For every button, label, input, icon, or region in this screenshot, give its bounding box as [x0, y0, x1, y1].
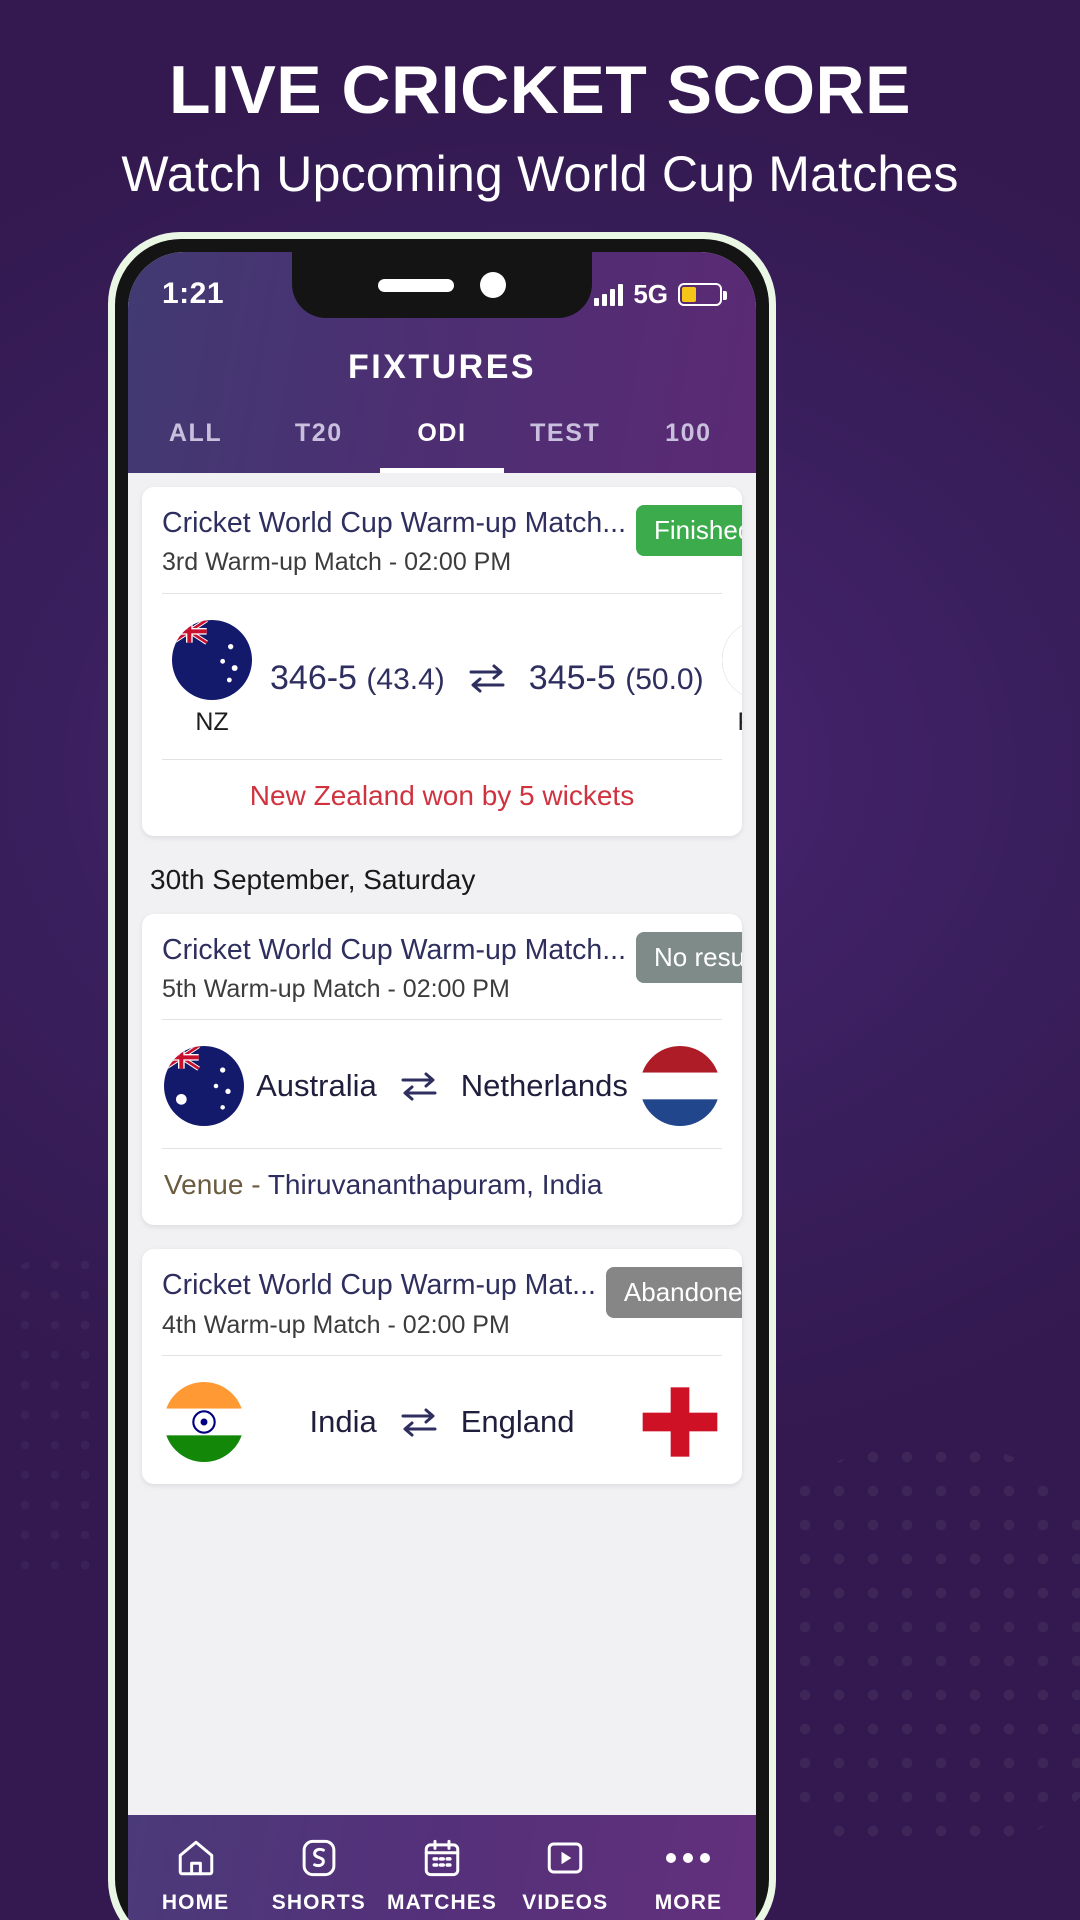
match-subtitle: 3rd Warm-up Match - 02:00 PM — [162, 548, 512, 577]
away-team-name: Netherlands — [460, 1068, 628, 1104]
status-indicators: 5G — [594, 278, 727, 310]
match-card[interactable]: Cricket World Cup Warm-up Mat... 4th War… — [142, 1249, 742, 1485]
phone-body: 1:21 5G FIXTURES ALL T20 ODI TEST 100 Cr… — [115, 239, 769, 1920]
tab-test[interactable]: TEST — [504, 413, 627, 473]
match-subtitle: 4th Warm-up Match - 02:00 PM — [162, 1310, 510, 1339]
teams-center: India England — [254, 1404, 630, 1440]
phone-mockup: 1:21 5G FIXTURES ALL T20 ODI TEST 100 Cr… — [108, 232, 776, 1920]
play-icon — [547, 1842, 583, 1874]
nav-item-more[interactable]: MORE — [627, 1837, 750, 1915]
match-title: Cricket World Cup Warm-up Match... — [162, 507, 627, 539]
australia-flag-icon — [164, 1046, 244, 1127]
network-type-label: 5G — [633, 278, 668, 309]
nav-label-more: MORE — [654, 1891, 723, 1914]
score-center: 346-5 (43.4) 345-5 (50.0) — [270, 659, 704, 698]
front-camera-icon — [480, 272, 506, 298]
match-subtitle: 5th Warm-up Match - 02:00 PM — [162, 975, 510, 1004]
tab-all[interactable]: ALL — [134, 413, 257, 473]
nav-label-shorts: SHORTS — [271, 1891, 366, 1914]
home-icon — [178, 1840, 213, 1876]
away-score: 345-5 (50.0) — [528, 658, 704, 697]
more-dots-icon — [666, 1837, 711, 1879]
signal-bars-icon — [594, 282, 624, 306]
england-flag-icon — [640, 1382, 720, 1462]
status-time: 1:21 — [162, 277, 225, 310]
netherlands-flag-icon — [640, 1046, 720, 1127]
match-card-header: Cricket World Cup Warm-up Match... 5th W… — [142, 914, 742, 1020]
match-venue: Venue - Thiruvananthapuram, India — [142, 1149, 742, 1225]
match-title: Cricket World Cup Warm-up Mat... — [162, 1269, 596, 1302]
versus-swap-icon — [399, 1405, 439, 1439]
bottom-navigation: HOME SHORTS MATCHES VIDEOS MORE — [128, 1815, 756, 1920]
nav-item-home[interactable]: HOME — [134, 1837, 257, 1915]
home-team-code: NZ — [195, 707, 229, 736]
away-team-name: England — [460, 1404, 575, 1440]
promo-subheadline: Watch Upcoming World Cup Matches — [121, 146, 959, 203]
earpiece-speaker-icon — [378, 278, 454, 292]
calendar-icon — [424, 1839, 460, 1877]
away-team: PAK — [714, 619, 743, 737]
nav-label-home: HOME — [161, 1891, 230, 1914]
nav-label-videos: VIDEOS — [522, 1891, 609, 1914]
date-section-header: 30th September, Saturday — [150, 863, 476, 895]
match-card-header: Cricket World Cup Warm-up Mat... 4th War… — [142, 1249, 742, 1355]
tab-100[interactable]: 100 — [627, 413, 750, 473]
home-score: 346-5 (43.4) — [270, 658, 445, 697]
versus-swap-icon — [467, 661, 507, 695]
match-card-header: Cricket World Cup Warm-up Match... 3rd W… — [142, 487, 742, 593]
nav-item-shorts[interactable]: SHORTS — [257, 1837, 380, 1915]
fixtures-list[interactable]: Cricket World Cup Warm-up Match... 3rd W… — [128, 473, 756, 1815]
phone-screen: 1:21 5G FIXTURES ALL T20 ODI TEST 100 Cr… — [128, 252, 756, 1920]
home-team-name: India — [309, 1404, 377, 1440]
venue-value: Thiruvananthapuram, India — [267, 1169, 603, 1201]
promo-headline: LIVE CRICKET SCORE — [169, 52, 911, 128]
dynamic-island — [292, 252, 592, 318]
venue-label: Venue - — [164, 1169, 261, 1201]
nav-item-matches[interactable]: MATCHES — [380, 1837, 503, 1915]
india-flag-icon — [164, 1382, 244, 1463]
teams-center: Australia Netherlands — [254, 1068, 630, 1104]
shorts-icon — [302, 1839, 336, 1877]
status-badge: Finished — [636, 505, 742, 556]
match-score-row: NZ 346-5 (43.4) 345-5 (50.0) — [142, 594, 742, 759]
status-badge: No result — [636, 931, 742, 983]
promo-text-block: LIVE CRICKET SCORE Watch Upcoming World … — [0, 52, 1080, 203]
match-result-text: New Zealand won by 5 wickets — [249, 779, 635, 811]
versus-swap-icon — [399, 1069, 439, 1103]
tab-t20[interactable]: T20 — [257, 413, 380, 473]
status-badge: Abandoned — [605, 1267, 742, 1319]
away-team-code: PAK — [738, 708, 743, 737]
home-team-name: Australia — [256, 1068, 377, 1104]
match-card[interactable]: Cricket World Cup Warm-up Match... 3rd W… — [142, 487, 742, 836]
pakistan-flag-icon — [721, 619, 742, 700]
home-team: NZ — [164, 619, 260, 737]
match-title: Cricket World Cup Warm-up Match... — [162, 933, 627, 966]
nav-item-videos[interactable]: VIDEOS — [504, 1837, 627, 1915]
page-title: FIXTURES — [347, 348, 537, 386]
battery-icon — [678, 282, 727, 306]
match-card[interactable]: Cricket World Cup Warm-up Match... 5th W… — [142, 913, 742, 1226]
tab-odi[interactable]: ODI — [380, 413, 504, 473]
match-teams-row: Australia Netherlands — [142, 1020, 742, 1148]
match-teams-row: India England — [142, 1356, 742, 1484]
nav-label-matches: MATCHES — [387, 1891, 497, 1914]
new-zealand-flag-icon — [172, 619, 252, 700]
fixture-type-tabs: ALL T20 ODI TEST 100 — [128, 413, 756, 473]
